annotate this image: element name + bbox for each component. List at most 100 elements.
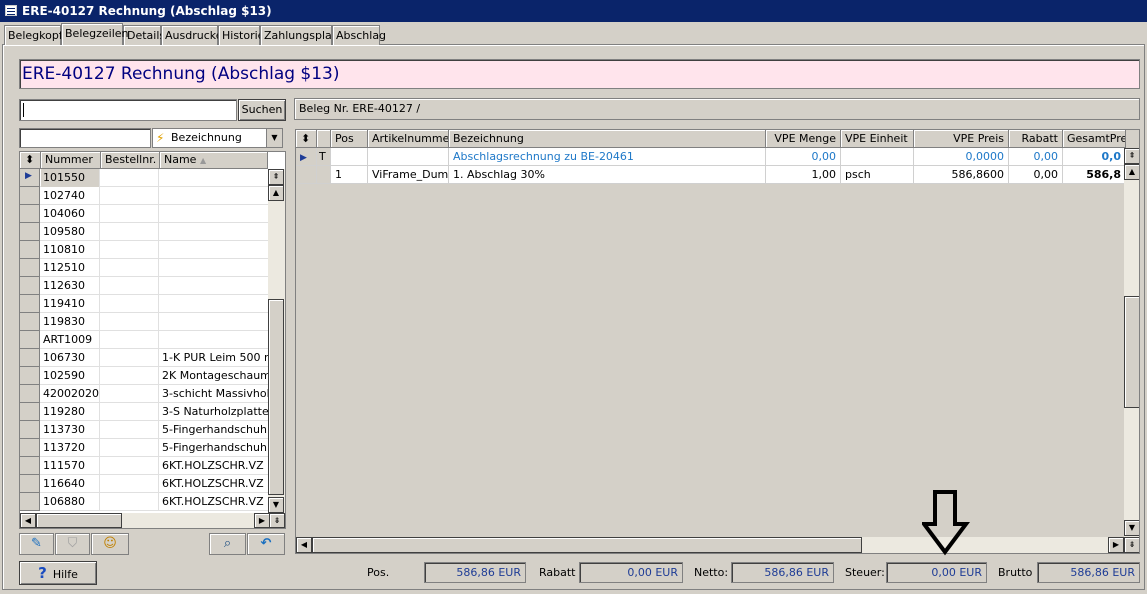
column-header-type[interactable] (317, 130, 331, 148)
list-item[interactable]: 104060 (20, 205, 268, 223)
list-item[interactable]: 102740 (20, 187, 268, 205)
list-item[interactable]: 113730 5-Fingerhandschuh PL (20, 421, 268, 439)
user-button[interactable]: ☺ (91, 533, 129, 555)
scroll-right-icon[interactable]: ▶ (254, 513, 270, 528)
scroll-top-icon[interactable]: ⇞ (1124, 148, 1139, 164)
list-item[interactable]: 116640 6KT.HOLZSCHR.VZ 57 (20, 475, 268, 493)
chevron-down-icon[interactable]: ▼ (266, 129, 282, 147)
row-selector[interactable] (20, 331, 40, 349)
column-header-vpe-einheit[interactable]: VPE Einheit (841, 130, 914, 148)
scroll-thumb[interactable] (268, 299, 284, 495)
row-selector[interactable]: ▶ (20, 169, 40, 187)
new-article-button[interactable]: ✎ (19, 533, 54, 555)
list-item[interactable]: 106730 1-K PUR Leim 500 ml (20, 349, 268, 367)
cell-artikel (368, 148, 449, 166)
right-vscroll[interactable]: ⇞ ▲ ▼ (1124, 148, 1139, 537)
scroll-end-icon[interactable]: ⇟ (1124, 537, 1139, 553)
row-selector[interactable] (20, 295, 40, 313)
row-selector[interactable] (20, 277, 40, 295)
list-item[interactable]: 111570 6KT.HOLZSCHR.VZ 57 (20, 457, 268, 475)
row-selector[interactable] (20, 241, 40, 259)
filter-field-select[interactable]: ⚡ Bezeichnung ▼ (152, 128, 283, 148)
list-item[interactable]: 102590 2K Montageschaum 35 (20, 367, 268, 385)
left-hscroll[interactable]: ◀ ▶ ⇟ (20, 513, 285, 528)
tab-ausdrucke[interactable]: Ausdrucke (161, 25, 223, 45)
scroll-up-icon[interactable]: ▲ (268, 185, 284, 201)
row-sort-icon[interactable]: ⬍ (296, 130, 317, 148)
row-selector[interactable] (20, 259, 40, 277)
scroll-down-icon[interactable]: ▼ (268, 497, 284, 513)
hscroll-thumb[interactable] (36, 513, 122, 528)
search-input[interactable] (19, 99, 237, 121)
tab-belegzeilen[interactable]: Belegzeilen (61, 23, 129, 45)
column-header-rabatt[interactable]: Rabatt (1009, 130, 1063, 148)
column-header-vpe-preis[interactable]: VPE Preis (914, 130, 1009, 148)
list-item[interactable]: 110810 (20, 241, 268, 259)
row-selector[interactable]: ▶ (296, 148, 317, 166)
find-button[interactable]: ⌕ (209, 533, 246, 555)
row-selector[interactable] (20, 457, 40, 475)
scroll-left-icon[interactable]: ◀ (296, 537, 312, 553)
row-selector[interactable] (20, 205, 40, 223)
right-hscroll[interactable]: ◀ ▶ ⇟ (296, 537, 1139, 553)
row-selector[interactable] (20, 439, 40, 457)
list-item[interactable]: 113720 5-Fingerhandschuh Po (20, 439, 268, 457)
tab-zahlungsplan[interactable]: Zahlungsplan (260, 25, 339, 45)
table-row[interactable]: ▶ T Abschlagsrechnung zu BE-20461 0,00 0,000… (296, 148, 1126, 166)
cell-name: 6KT.HOLZSCHR.VZ 57 (162, 477, 268, 490)
scroll-right-icon[interactable]: ▶ (1108, 537, 1124, 553)
row-selector[interactable] (20, 403, 40, 421)
scroll-left-icon[interactable]: ◀ (20, 513, 36, 528)
column-header-name[interactable]: Name ▲ (160, 152, 268, 169)
cell-name (160, 241, 268, 259)
row-selector[interactable] (20, 475, 40, 493)
column-header-artikelnummer[interactable]: Artikelnummer (368, 130, 449, 148)
column-header-gesamtpreis[interactable]: GesamtPreis (1063, 130, 1126, 148)
list-item[interactable]: ART1009 (20, 331, 268, 349)
row-selector[interactable] (296, 166, 317, 184)
row-selector[interactable] (20, 385, 40, 403)
row-selector[interactable] (20, 223, 40, 241)
row-selector[interactable] (20, 349, 40, 367)
help-button[interactable]: ? Hilfe (19, 561, 97, 585)
search-button[interactable]: Suchen (238, 99, 286, 121)
column-header-bezeichnung[interactable]: Bezeichnung (449, 130, 766, 148)
cell-gesamt: 0,0 (1063, 148, 1126, 166)
tab-historie[interactable]: Historie (218, 25, 264, 45)
row-selector[interactable] (20, 421, 40, 439)
left-vscroll[interactable]: ⇞ ▲ ▼ (268, 169, 285, 513)
scroll-top-icon[interactable]: ⇞ (268, 169, 284, 185)
column-header-nummer[interactable]: Nummer (41, 152, 101, 169)
undo-button[interactable]: ↶ (247, 533, 285, 555)
column-header-vpe-menge[interactable]: VPE Menge (766, 130, 841, 148)
scroll-up-icon[interactable]: ▲ (1124, 164, 1139, 180)
list-item[interactable]: 112630 (20, 277, 268, 295)
list-item[interactable]: ▶ 101550 (20, 169, 268, 187)
list-item[interactable]: 42002020 3-schicht Massivholzpl (20, 385, 268, 403)
table-row[interactable]: 1ViFrame_Dummy1. Abschlag 30%1,00psch586… (296, 166, 1126, 184)
hscroll-thumb[interactable] (312, 537, 862, 553)
row-selector[interactable] (20, 313, 40, 331)
column-header-name-label: Name (164, 153, 197, 166)
list-item[interactable]: 119830 (20, 313, 268, 331)
scroll-down-icon[interactable]: ▼ (1124, 520, 1139, 536)
row-selector[interactable] (20, 493, 40, 511)
window-title: ERE-40127 Rechnung (Abschlag $13) (22, 4, 272, 18)
list-item[interactable]: 109580 (20, 223, 268, 241)
row-selector[interactable] (20, 367, 40, 385)
sort-toggle-icon[interactable]: ⬍ (20, 152, 41, 169)
cell-nummer: 119410 (41, 295, 100, 313)
list-item[interactable]: 119280 3-S Naturholzplatte Fi (20, 403, 268, 421)
row-selector[interactable] (20, 187, 40, 205)
scroll-end-icon[interactable]: ⇟ (269, 513, 285, 528)
disabled-button[interactable]: ⛉ (55, 533, 90, 555)
column-header-bestellnr[interactable]: Bestellnr. (101, 152, 160, 169)
list-item[interactable]: 112510 (20, 259, 268, 277)
list-item[interactable]: 106880 6KT.HOLZSCHR.VZ 57 (20, 493, 268, 511)
list-item[interactable]: 119410 (20, 295, 268, 313)
tab-abschlag[interactable]: Abschlag (332, 25, 386, 45)
scroll-thumb[interactable] (1124, 296, 1139, 408)
column-header-pos[interactable]: Pos (331, 130, 368, 148)
filter-input[interactable] (19, 128, 151, 148)
tab-belegkopf[interactable]: Belegkopf (4, 25, 63, 45)
